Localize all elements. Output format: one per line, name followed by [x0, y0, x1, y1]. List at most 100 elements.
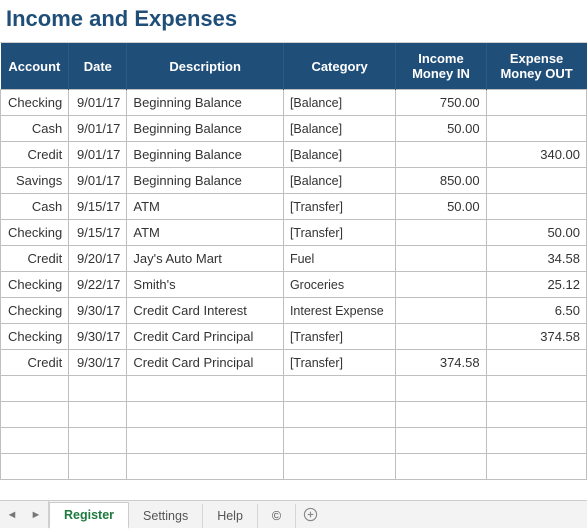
cell-expense[interactable]: 374.58	[486, 324, 586, 350]
cell-category[interactable]: [Transfer]	[283, 194, 395, 220]
cell-description[interactable]: Credit Card Principal	[127, 350, 284, 376]
cell-date[interactable]: 9/15/17	[69, 220, 127, 246]
tab-settings[interactable]: Settings	[129, 504, 203, 528]
cell-date[interactable]	[69, 402, 127, 428]
cell-category[interactable]: Groceries	[283, 272, 395, 298]
cell-expense[interactable]: 6.50	[486, 298, 586, 324]
cell-account[interactable]: Checking	[1, 324, 69, 350]
cell-income[interactable]	[396, 298, 486, 324]
cell-date[interactable]: 9/22/17	[69, 272, 127, 298]
tab-register[interactable]: Register	[49, 502, 129, 529]
cell-description[interactable]: Beginning Balance	[127, 116, 284, 142]
tab-help[interactable]: Help	[203, 504, 258, 528]
cell-category[interactable]: [Balance]	[283, 90, 395, 116]
cell-date[interactable]	[69, 454, 127, 480]
cell-category[interactable]	[283, 428, 395, 454]
cell-account[interactable]: Cash	[1, 194, 69, 220]
prev-sheet-button[interactable]: ◄	[0, 501, 24, 528]
cell-account[interactable]: Cash	[1, 116, 69, 142]
cell-date[interactable]	[69, 428, 127, 454]
cell-expense[interactable]	[486, 454, 586, 480]
cell-expense[interactable]: 50.00	[486, 220, 586, 246]
cell-income[interactable]: 374.58	[396, 350, 486, 376]
cell-account[interactable]: Credit	[1, 246, 69, 272]
cell-expense[interactable]: 340.00	[486, 142, 586, 168]
cell-expense[interactable]	[486, 376, 586, 402]
cell-date[interactable]: 9/01/17	[69, 116, 127, 142]
cell-income[interactable]: 850.00	[396, 168, 486, 194]
cell-income[interactable]	[396, 324, 486, 350]
add-sheet-button[interactable]	[296, 501, 324, 528]
cell-account[interactable]: Checking	[1, 272, 69, 298]
cell-description[interactable]: Credit Card Interest	[127, 298, 284, 324]
cell-expense[interactable]	[486, 402, 586, 428]
cell-expense[interactable]: 25.12	[486, 272, 586, 298]
cell-expense[interactable]: 34.58	[486, 246, 586, 272]
cell-account[interactable]: Checking	[1, 90, 69, 116]
cell-date[interactable]: 9/30/17	[69, 324, 127, 350]
cell-category[interactable]: [Balance]	[283, 142, 395, 168]
cell-description[interactable]	[127, 402, 284, 428]
cell-description[interactable]: Beginning Balance	[127, 90, 284, 116]
cell-description[interactable]: Jay's Auto Mart	[127, 246, 284, 272]
cell-category[interactable]	[283, 376, 395, 402]
cell-category[interactable]: [Balance]	[283, 168, 395, 194]
cell-income[interactable]	[396, 220, 486, 246]
cell-expense[interactable]	[486, 168, 586, 194]
cell-description[interactable]	[127, 454, 284, 480]
cell-account[interactable]: Checking	[1, 298, 69, 324]
cell-income[interactable]: 50.00	[396, 194, 486, 220]
cell-date[interactable]: 9/01/17	[69, 168, 127, 194]
cell-date[interactable]: 9/20/17	[69, 246, 127, 272]
cell-category[interactable]: Interest Expense	[283, 298, 395, 324]
cell-income[interactable]	[396, 246, 486, 272]
cell-date[interactable]: 9/01/17	[69, 142, 127, 168]
cell-expense[interactable]	[486, 90, 586, 116]
cell-account[interactable]	[1, 454, 69, 480]
cell-category[interactable]: Fuel	[283, 246, 395, 272]
cell-date[interactable]	[69, 376, 127, 402]
cell-date[interactable]: 9/30/17	[69, 298, 127, 324]
col-description[interactable]: Description	[127, 43, 284, 90]
cell-income[interactable]	[396, 428, 486, 454]
col-income[interactable]: Income Money IN	[396, 43, 486, 90]
cell-date[interactable]: 9/30/17	[69, 350, 127, 376]
cell-category[interactable]	[283, 402, 395, 428]
cell-income[interactable]	[396, 272, 486, 298]
cell-income[interactable]	[396, 142, 486, 168]
cell-description[interactable]: Beginning Balance	[127, 142, 284, 168]
cell-description[interactable]	[127, 428, 284, 454]
cell-account[interactable]: Credit	[1, 142, 69, 168]
col-date[interactable]: Date	[69, 43, 127, 90]
cell-income[interactable]	[396, 454, 486, 480]
col-category[interactable]: Category	[283, 43, 395, 90]
cell-date[interactable]: 9/15/17	[69, 194, 127, 220]
cell-description[interactable]	[127, 376, 284, 402]
cell-category[interactable]: [Transfer]	[283, 324, 395, 350]
cell-description[interactable]: Smith's	[127, 272, 284, 298]
next-sheet-button[interactable]: ►	[24, 501, 48, 528]
cell-income[interactable]	[396, 402, 486, 428]
cell-date[interactable]: 9/01/17	[69, 90, 127, 116]
cell-category[interactable]	[283, 454, 395, 480]
col-account[interactable]: Account	[1, 43, 69, 90]
cell-description[interactable]: ATM	[127, 194, 284, 220]
cell-category[interactable]: [Transfer]	[283, 350, 395, 376]
cell-account[interactable]	[1, 428, 69, 454]
cell-income[interactable]: 750.00	[396, 90, 486, 116]
cell-description[interactable]: Credit Card Principal	[127, 324, 284, 350]
cell-category[interactable]: [Balance]	[283, 116, 395, 142]
cell-account[interactable]: Savings	[1, 168, 69, 194]
cell-description[interactable]: ATM	[127, 220, 284, 246]
tab-copyright[interactable]: ©	[258, 504, 296, 528]
cell-account[interactable]	[1, 402, 69, 428]
cell-account[interactable]: Checking	[1, 220, 69, 246]
cell-category[interactable]: [Transfer]	[283, 220, 395, 246]
cell-description[interactable]: Beginning Balance	[127, 168, 284, 194]
cell-expense[interactable]	[486, 116, 586, 142]
cell-expense[interactable]	[486, 194, 586, 220]
cell-income[interactable]	[396, 376, 486, 402]
cell-account[interactable]	[1, 376, 69, 402]
cell-expense[interactable]	[486, 350, 586, 376]
cell-account[interactable]: Credit	[1, 350, 69, 376]
